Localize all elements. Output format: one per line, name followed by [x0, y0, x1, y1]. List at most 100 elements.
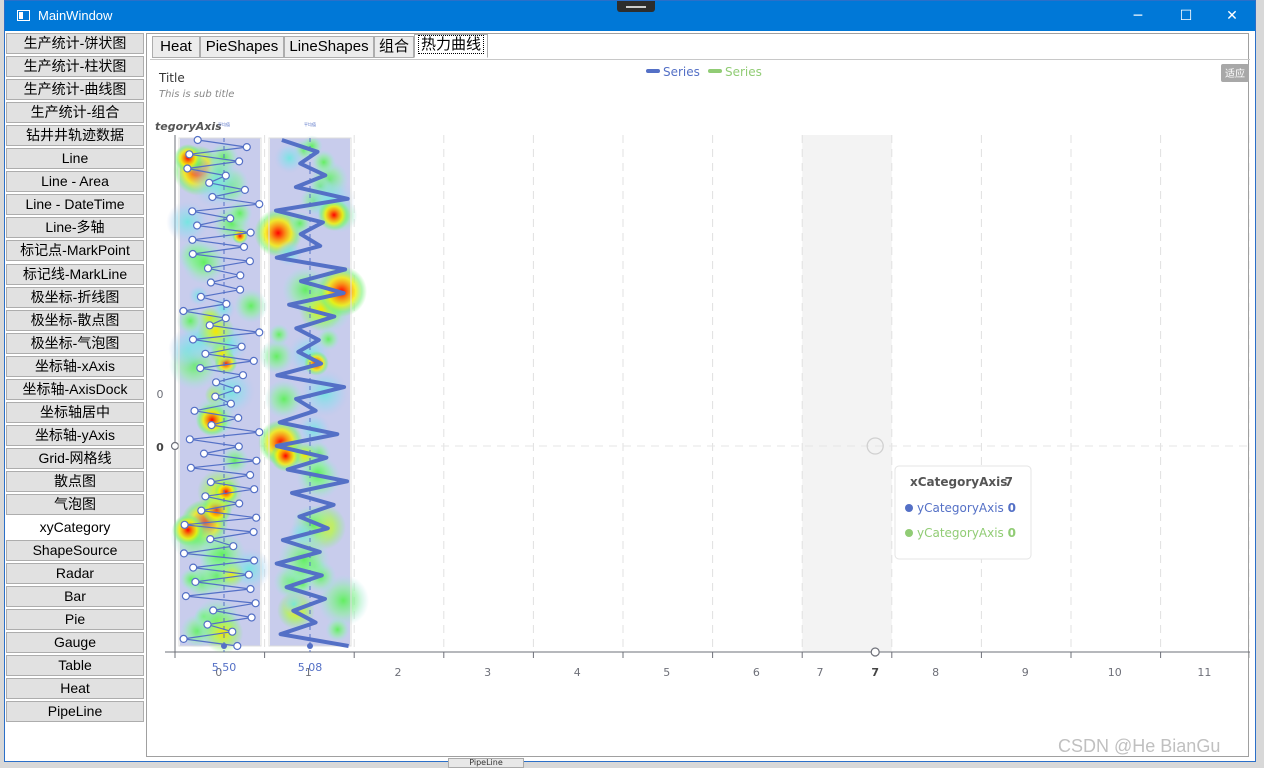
series-point [237, 342, 246, 351]
menu-item[interactable]: 坐标轴-AxisDock [6, 378, 144, 400]
series-point [203, 620, 212, 629]
series-point [201, 492, 210, 501]
menu-item[interactable]: Line - Area [6, 171, 144, 193]
menu-item[interactable]: 标记线-MarkLine [6, 263, 144, 285]
minimize-button[interactable]: ─ [1115, 1, 1161, 31]
menu-item[interactable]: Radar [6, 563, 144, 585]
track-mean-value: 5.50 [212, 661, 237, 674]
tab-label: LineShapes [289, 38, 369, 55]
tab-0[interactable]: Heat [152, 36, 200, 58]
heat-hotspot [172, 514, 204, 546]
x-axis-label: 11 [1197, 666, 1211, 679]
menu-item[interactable]: 坐标轴-xAxis [6, 355, 144, 377]
tab-label: 热力曲线 [417, 35, 484, 54]
series-point [179, 306, 188, 316]
series-point [185, 150, 194, 159]
menu-item[interactable]: 极坐标-散点图 [6, 309, 144, 331]
menu-item[interactable]: 气泡图 [6, 494, 144, 515]
menu-item[interactable]: 生产统计-曲线图 [6, 79, 144, 101]
series-point [242, 142, 251, 152]
menu-item[interactable]: Gauge [6, 632, 144, 654]
series-point [188, 235, 197, 244]
menu-item[interactable]: Table [6, 655, 144, 677]
heat-blob [166, 200, 209, 244]
series-point [207, 421, 216, 430]
title-bar[interactable]: MainWindow ─ ☐ ✕ [5, 1, 1255, 31]
tooltip-row-label: yCategoryAxis [917, 501, 1004, 515]
chart-area[interactable]: Title This is sub title Series Series 适应 tego… [150, 59, 1250, 755]
menu-item[interactable]: 标记点-MarkPoint [6, 240, 144, 262]
menu-item[interactable]: 极坐标-气泡图 [6, 332, 144, 354]
menu-item[interactable]: xyCategory [6, 517, 144, 539]
tab-4[interactable]: 热力曲线 [414, 34, 488, 58]
tab-label: Heat [160, 38, 192, 55]
menu-item[interactable]: Heat [6, 678, 144, 700]
series-point [191, 577, 200, 587]
heat-blob [179, 568, 203, 591]
series-point [211, 392, 220, 401]
menu-item[interactable]: PipeLine [6, 701, 144, 723]
series-point [209, 606, 218, 615]
menu-item[interactable]: 生产统计-柱状图 [6, 56, 144, 78]
maximize-button[interactable]: ☐ [1163, 1, 1209, 31]
tab-1[interactable]: PieShapes [200, 36, 284, 58]
y-axis-label-highlight: 0 [156, 441, 164, 454]
legend-label: Series [725, 65, 762, 79]
heat-tracks [166, 135, 370, 654]
heat-blob [233, 288, 268, 323]
legend-swatch [708, 69, 722, 73]
series-point [247, 613, 256, 622]
menu-item[interactable]: 散点图 [6, 470, 144, 492]
series-point [250, 485, 259, 494]
tab-3[interactable]: 组合 [374, 36, 414, 58]
menu-item[interactable]: Grid-网格线 [6, 447, 144, 469]
y-axis-label: 0 [157, 388, 164, 401]
menu-item[interactable]: 极坐标-折线图 [6, 286, 144, 308]
series-point [251, 599, 260, 608]
series-point [208, 192, 217, 202]
series-point [235, 285, 245, 294]
menu-item[interactable]: 钻井井轨迹数据 [6, 125, 144, 147]
chart-svg[interactable]: Title This is sub title Series Series 适应 tego… [150, 60, 1250, 756]
tab-2[interactable]: LineShapes [284, 36, 374, 58]
series-point [205, 178, 214, 187]
menu-item[interactable]: 生产统计-组合 [6, 102, 144, 124]
legend-label: Series [663, 65, 700, 79]
close-button[interactable]: ✕ [1209, 1, 1255, 31]
snap-grip-icon[interactable] [617, 1, 655, 12]
menu-item[interactable]: Line [6, 148, 144, 170]
track-header: 平均值 [304, 121, 316, 127]
series-point [245, 470, 255, 480]
menu-item[interactable]: 坐标轴-yAxis [6, 424, 144, 446]
series-point [255, 428, 264, 437]
series-point [199, 449, 209, 458]
series-point [196, 292, 206, 301]
menu-item[interactable]: 坐标轴居中 [6, 401, 144, 423]
watermark: CSDN @He BianGu [1058, 736, 1221, 756]
menu-item[interactable]: Bar [6, 586, 144, 608]
menu-item[interactable]: 生产统计-饼状图 [6, 33, 144, 54]
series-point [249, 527, 258, 537]
x-axis-label: 3 [484, 666, 491, 679]
series-point [179, 634, 188, 644]
window-icon [17, 10, 30, 21]
axis-pointer-band [802, 135, 892, 652]
menu-item[interactable]: Line-多轴 [6, 217, 144, 239]
x-axis-label: 8 [932, 666, 939, 679]
track-mean-value: 5.08 [298, 661, 323, 674]
chart-subtitle: This is sub title [159, 89, 234, 100]
chart-title: Title [158, 71, 185, 85]
window-title: MainWindow [38, 8, 113, 23]
menu-item[interactable]: ShapeSource [6, 540, 144, 562]
tooltip-header-value: 7 [1005, 475, 1013, 489]
series-point [188, 335, 198, 344]
menu-item[interactable]: Line - DateTime [6, 194, 144, 216]
x-axis-label: 7 [817, 666, 824, 679]
x-axis-pointer-handle [870, 647, 880, 657]
series-point [229, 542, 238, 551]
series-point [244, 570, 254, 579]
track-mean-marker [307, 643, 313, 649]
series-point [179, 549, 189, 558]
x-axis-label: 2 [395, 666, 402, 679]
menu-item[interactable]: Pie [6, 609, 144, 631]
